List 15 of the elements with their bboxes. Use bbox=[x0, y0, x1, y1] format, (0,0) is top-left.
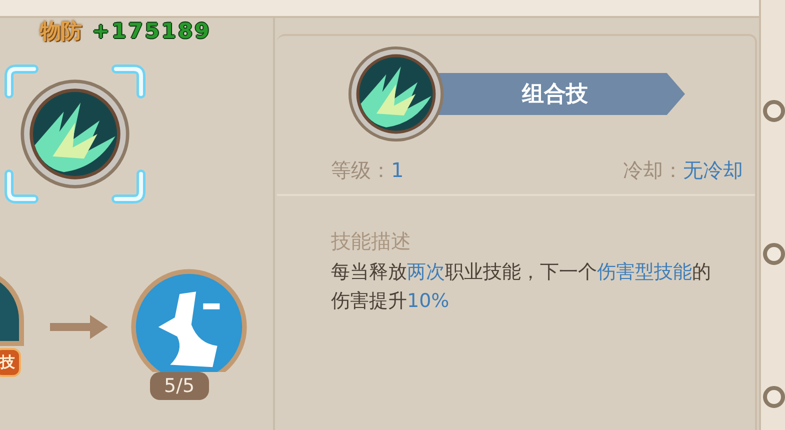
cooldown-value: 无冷却 bbox=[683, 158, 743, 182]
skill-node[interactable] bbox=[4, 64, 146, 204]
description-heading: 技能描述 bbox=[331, 228, 412, 255]
skill-node[interactable] bbox=[130, 268, 248, 372]
skill-level-count: 5/5 bbox=[150, 372, 209, 400]
arrow-icon bbox=[50, 314, 108, 340]
skill-icon bbox=[347, 45, 445, 143]
level-value: 1 bbox=[391, 158, 404, 182]
skill-icon bbox=[19, 78, 131, 190]
cooldown-label: 冷却： bbox=[623, 158, 683, 182]
stat-label: 物防 bbox=[40, 18, 82, 45]
skill-description: 每当释放两次职业技能，下一个伤害型技能的伤害提升10% bbox=[331, 260, 712, 314]
stat-value: +175189 bbox=[92, 18, 212, 45]
boot-icon bbox=[130, 268, 248, 372]
level-label: 等级： bbox=[331, 158, 391, 182]
